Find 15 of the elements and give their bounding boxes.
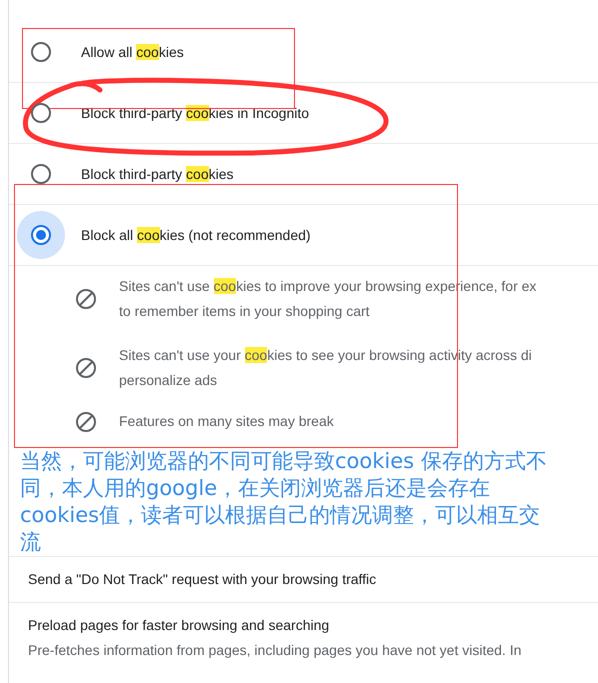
- option-label: Block all cookies (not recommended): [81, 226, 311, 245]
- setting-title: Preload pages for faster browsing and searching: [28, 616, 330, 635]
- radio-button[interactable]: [31, 164, 51, 184]
- setting-title: Send a "Do Not Track" request with your browsing traffic: [28, 570, 378, 589]
- option-label: Block third-party cookies in Incognito: [81, 104, 310, 123]
- setting-description: Pre-fetches information from pages, including pages you have not yet visited. In: [28, 641, 522, 660]
- option-label: Block third-party cookies: [81, 164, 234, 184]
- radio-button[interactable]: [31, 42, 51, 62]
- consequence-text: Features on many sites may break: [119, 412, 334, 431]
- radio-button[interactable]: [31, 103, 51, 123]
- block-icon: [75, 288, 97, 310]
- annotation-text: 当然，可能浏览器的不同可能导致cookies 保存的方式不同，本人用的google，在关闭浏览器后还是会存在cookies值，读者可以根据自己的情况调整，可以相互交流: [19, 448, 548, 556]
- option-label: Allow all cookies: [81, 42, 184, 62]
- block-icon: [75, 357, 97, 379]
- block-icon: [75, 410, 97, 432]
